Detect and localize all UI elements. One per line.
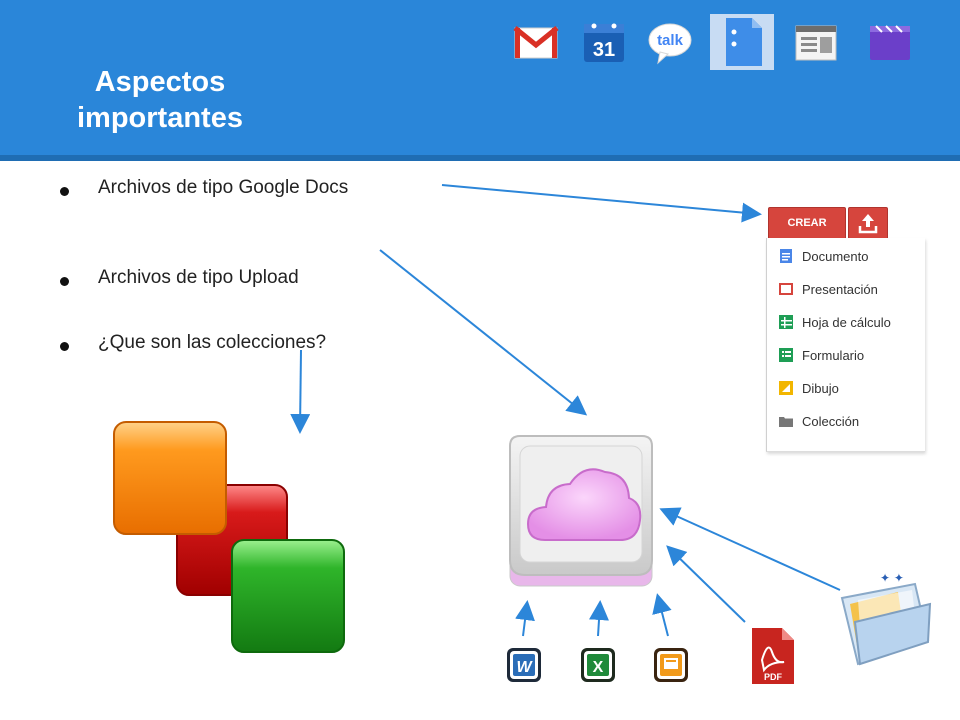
word-letter: W (516, 659, 533, 676)
excel-letter: X (593, 659, 604, 676)
svg-text:✦ ✦: ✦ ✦ (880, 571, 904, 585)
open-folder-icon: ✦ ✦ (840, 571, 932, 666)
powerpoint-icon (653, 647, 689, 683)
illustration-layer: ✦ ✦ (113, 184, 932, 666)
word-icon: W (506, 647, 542, 683)
cloud-drive-icon (509, 435, 653, 587)
excel-icon: X (580, 647, 616, 683)
collections-illustration (113, 421, 345, 653)
pdf-icon: PDF (750, 626, 796, 686)
pdf-label: PDF (764, 672, 783, 682)
